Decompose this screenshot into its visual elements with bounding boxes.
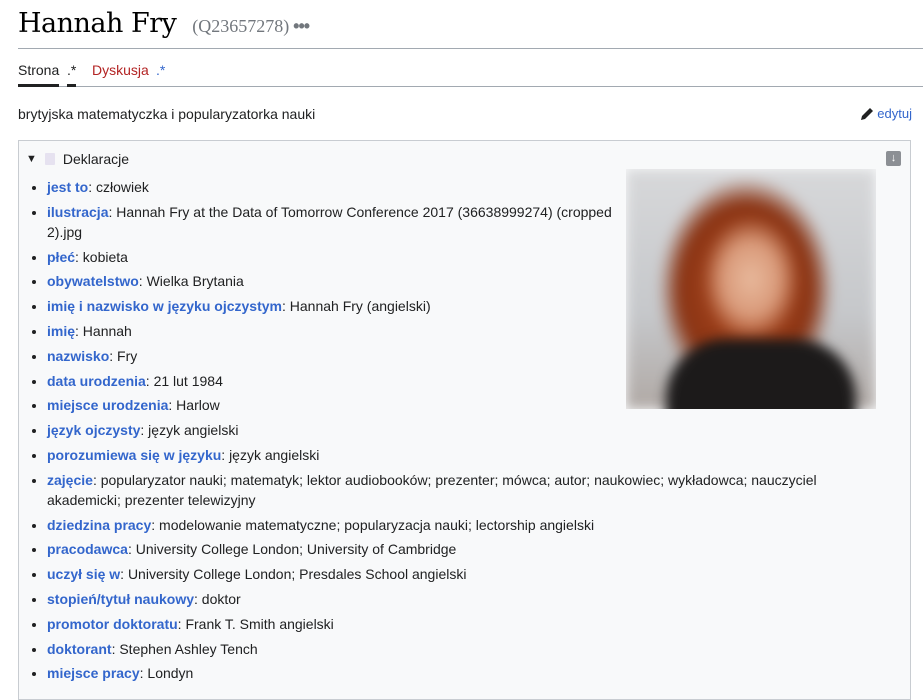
statement-item: stopień/tytuł naukowy: doktor (47, 589, 894, 609)
edit-link[interactable]: edytuj (860, 106, 912, 121)
download-icon[interactable]: ↓ (886, 151, 901, 166)
statement-list: jest to: człowiek ilustracja: Hannah Fry … (29, 177, 894, 688)
statement-item: nazwisko: Fry (47, 346, 627, 366)
separator: : (75, 322, 83, 339)
property-value: Frank T. Smith angielski (185, 615, 334, 632)
page-title: Hannah Fry (18, 8, 177, 39)
property-link[interactable]: jest to (47, 179, 88, 195)
statement-item: imię: Hannah (47, 321, 627, 341)
property-value: Hannah (82, 322, 132, 339)
separator: : (138, 273, 147, 290)
tab-dyskusja[interactable]: Dyskusja (92, 62, 149, 78)
property-value: popularyzator nauki; matematyk; lektor a… (47, 471, 817, 508)
property-value: University College London; University of… (135, 541, 457, 558)
property-link[interactable]: uczył się w (47, 566, 120, 582)
separator: : (92, 471, 101, 488)
property-link[interactable]: dziedzina pracy (47, 517, 151, 533)
property-link[interactable]: pracodawca (47, 541, 128, 557)
tab-strona[interactable]: Strona (18, 62, 60, 87)
separator: : (194, 590, 202, 607)
property-value: Harlow (176, 397, 220, 414)
property-link[interactable]: miejsce pracy (47, 665, 140, 681)
property-link[interactable]: stopień/tytuł naukowy (47, 591, 194, 607)
statement-item: doktorant: Stephen Ashley Tench (47, 639, 894, 659)
tab-strona-regex[interactable]: .* (67, 62, 77, 87)
separator: : (281, 298, 290, 315)
property-value: Fry (117, 347, 138, 364)
declarations-header[interactable]: ▼ Deklaracje (26, 151, 129, 167)
property-value: człowiek (96, 179, 149, 195)
separator: : (140, 422, 149, 439)
property-value: kobieta (82, 248, 128, 265)
statement-item: dziedzina pracy: modelowanie matematyczn… (47, 515, 894, 535)
property-value: Wielka Brytania (146, 273, 244, 290)
triangle-down-icon[interactable]: ▼ (26, 153, 37, 165)
separator: : (88, 179, 97, 195)
statement-item: język ojczysty: język angielski (47, 420, 627, 440)
statement-item: miejsce urodzenia: Harlow (47, 395, 627, 415)
property-value: University College London; Presdales Sch… (127, 566, 467, 583)
property-value: język angielski (229, 446, 320, 463)
property-link[interactable]: ilustracja (47, 204, 108, 220)
tab-bar: Strona .* Dyskusja .* (18, 58, 923, 87)
property-link[interactable]: miejsce urodzenia (47, 397, 168, 413)
page-header: Hannah Fry (Q23657278) ••• (18, 8, 923, 49)
statement-item: jest to: człowiek (47, 177, 627, 197)
declarations-title: Deklaracje (62, 151, 130, 167)
property-link[interactable]: nazwisko (47, 348, 109, 364)
property-link[interactable]: zajęcie (47, 472, 93, 488)
separator: : (127, 541, 136, 558)
description: brytyjska matematyczka i popularyzatorka… (18, 106, 316, 122)
property-link[interactable]: porozumiewa się w języku (47, 447, 221, 463)
statement-item: płeć: kobieta (47, 247, 627, 267)
property-link[interactable]: promotor doktoratu (47, 616, 178, 632)
property-link[interactable]: język ojczysty (47, 422, 140, 438)
statement-item: miejsce pracy: Londyn (47, 663, 894, 683)
document-icon (44, 153, 55, 165)
property-link[interactable]: imię (47, 323, 75, 339)
more-icon[interactable]: ••• (293, 16, 310, 36)
separator: : (221, 446, 230, 463)
separator: : (168, 397, 177, 414)
statement-item: obywatelstwo: Wielka Brytania (47, 271, 627, 291)
statement-item: porozumiewa się w języku: język angielsk… (47, 445, 894, 465)
pencil-icon (861, 107, 874, 120)
property-link[interactable]: obywatelstwo (47, 273, 139, 289)
statement-item: ilustracja: Hannah Fry at the Data of To… (47, 202, 627, 242)
statement-item: promotor doktoratu: Frank T. Smith angie… (47, 614, 894, 634)
statement-item: zajęcie: popularyzator nauki; matematyk;… (47, 470, 894, 510)
separator: : (109, 347, 118, 364)
property-value: język angielski (148, 422, 239, 439)
separator: : (120, 566, 128, 583)
statement-item: pracodawca: University College London; U… (47, 539, 894, 559)
property-value: Hannah Fry (angielski) (289, 298, 431, 315)
property-value: modelowanie matematyczne; popularyzacja … (159, 516, 595, 533)
declarations-box: ▼ Deklaracje ↓ jest to: człowiek ilustrac… (18, 140, 911, 700)
statement-item: data urodzenia: 21 lut 1984 (47, 371, 627, 391)
property-value: Londyn (147, 665, 194, 682)
property-value: Hannah Fry at the Data of Tomorrow Confe… (47, 203, 612, 240)
statement-item: uczył się w: University College London; … (47, 564, 894, 584)
entity-id: (Q23657278) (192, 16, 290, 36)
property-link[interactable]: imię i nazwisko w języku ojczystym (47, 298, 282, 314)
separator: : (145, 372, 154, 389)
statement-item: imię i nazwisko w języku ojczystym: Hann… (47, 296, 627, 316)
property-link[interactable]: doktorant (47, 641, 112, 657)
property-link[interactable]: płeć (47, 249, 75, 265)
separator: : (75, 248, 83, 265)
tab-dyskusja-regex[interactable]: .* (156, 62, 165, 78)
property-value: 21 lut 1984 (153, 372, 223, 389)
property-value: Stephen Ashley Tench (119, 640, 258, 657)
separator: : (151, 516, 160, 533)
property-link[interactable]: data urodzenia (47, 373, 146, 389)
property-value: doktor (201, 590, 241, 607)
edit-label: edytuj (877, 106, 912, 121)
